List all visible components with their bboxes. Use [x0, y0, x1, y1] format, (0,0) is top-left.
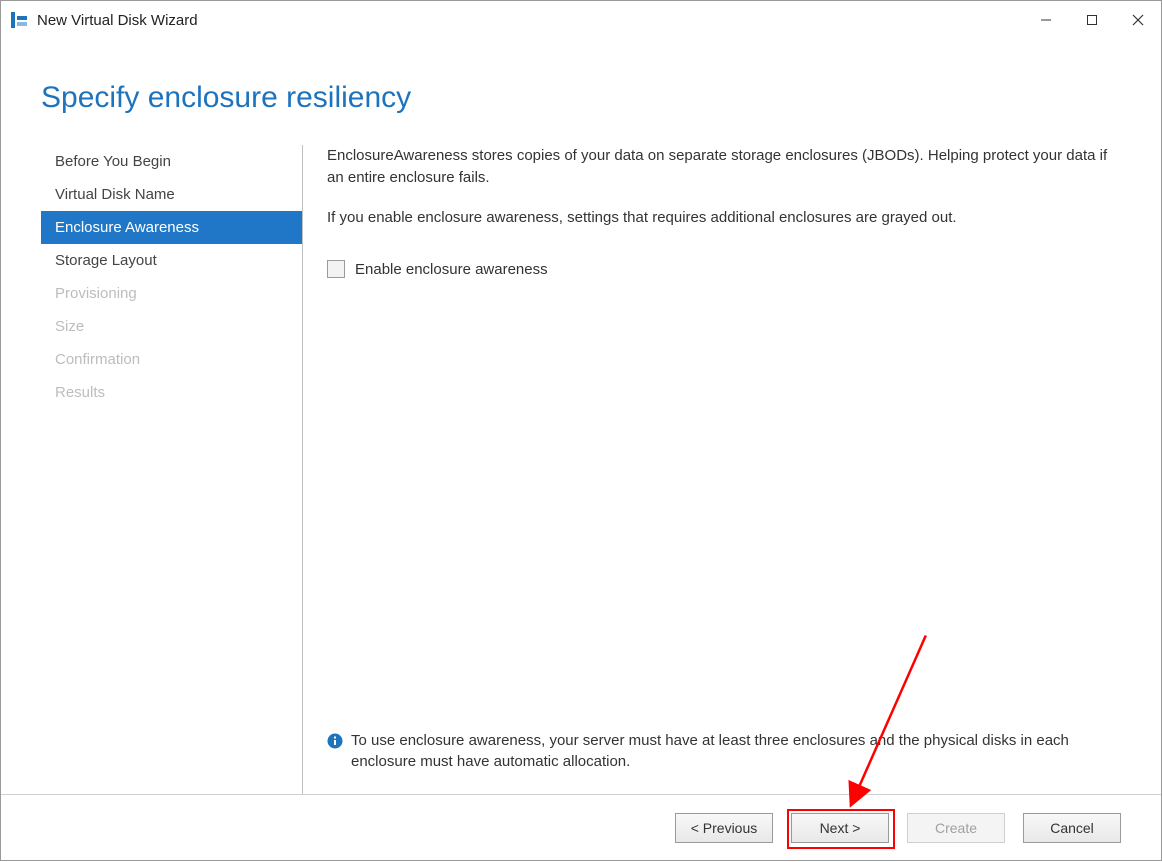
description-text-1: EnclosureAwareness stores copies of your… — [327, 145, 1121, 189]
sidebar-step-virtual-disk-name[interactable]: Virtual Disk Name — [41, 178, 302, 211]
body-row: Before You BeginVirtual Disk NameEnclosu… — [41, 145, 1121, 794]
sidebar-step-results: Results — [41, 376, 302, 409]
enable-enclosure-awareness-row[interactable]: Enable enclosure awareness — [327, 260, 1121, 278]
content-area: Specify enclosure resiliency Before You … — [1, 39, 1161, 794]
enable-enclosure-awareness-checkbox[interactable] — [327, 260, 345, 278]
close-button[interactable] — [1115, 1, 1161, 39]
create-button: Create — [907, 813, 1005, 843]
info-icon — [327, 733, 343, 749]
page-title: Specify enclosure resiliency — [41, 81, 1121, 115]
sidebar-step-size: Size — [41, 310, 302, 343]
sidebar-step-provisioning: Provisioning — [41, 277, 302, 310]
enable-enclosure-awareness-label: Enable enclosure awareness — [355, 261, 548, 278]
wizard-window: New Virtual Disk Wizard Specify enclosur… — [0, 0, 1162, 861]
button-bar: < Previous Next > Create Cancel — [1, 794, 1161, 860]
sidebar-step-confirmation: Confirmation — [41, 343, 302, 376]
sidebar-step-list: Before You BeginVirtual Disk NameEnclosu… — [41, 145, 302, 409]
minimize-button[interactable] — [1023, 1, 1069, 39]
window-controls — [1023, 1, 1161, 39]
window-title: New Virtual Disk Wizard — [37, 12, 1023, 29]
info-note-text: To use enclosure awareness, your server … — [351, 730, 1121, 772]
description-text-2: If you enable enclosure awareness, setti… — [327, 207, 1121, 229]
previous-button[interactable]: < Previous — [675, 813, 773, 843]
sidebar-step-enclosure-awareness[interactable]: Enclosure Awareness — [41, 211, 302, 244]
title-bar: New Virtual Disk Wizard — [1, 1, 1161, 39]
main-panel: EnclosureAwareness stores copies of your… — [303, 145, 1121, 794]
next-button[interactable]: Next > — [791, 813, 889, 843]
wizard-step-sidebar: Before You BeginVirtual Disk NameEnclosu… — [41, 145, 303, 794]
cancel-button[interactable]: Cancel — [1023, 813, 1121, 843]
maximize-button[interactable] — [1069, 1, 1115, 39]
app-icon — [9, 10, 29, 30]
sidebar-step-before-you-begin[interactable]: Before You Begin — [41, 145, 302, 178]
sidebar-step-storage-layout[interactable]: Storage Layout — [41, 244, 302, 277]
info-note: To use enclosure awareness, your server … — [327, 730, 1121, 794]
